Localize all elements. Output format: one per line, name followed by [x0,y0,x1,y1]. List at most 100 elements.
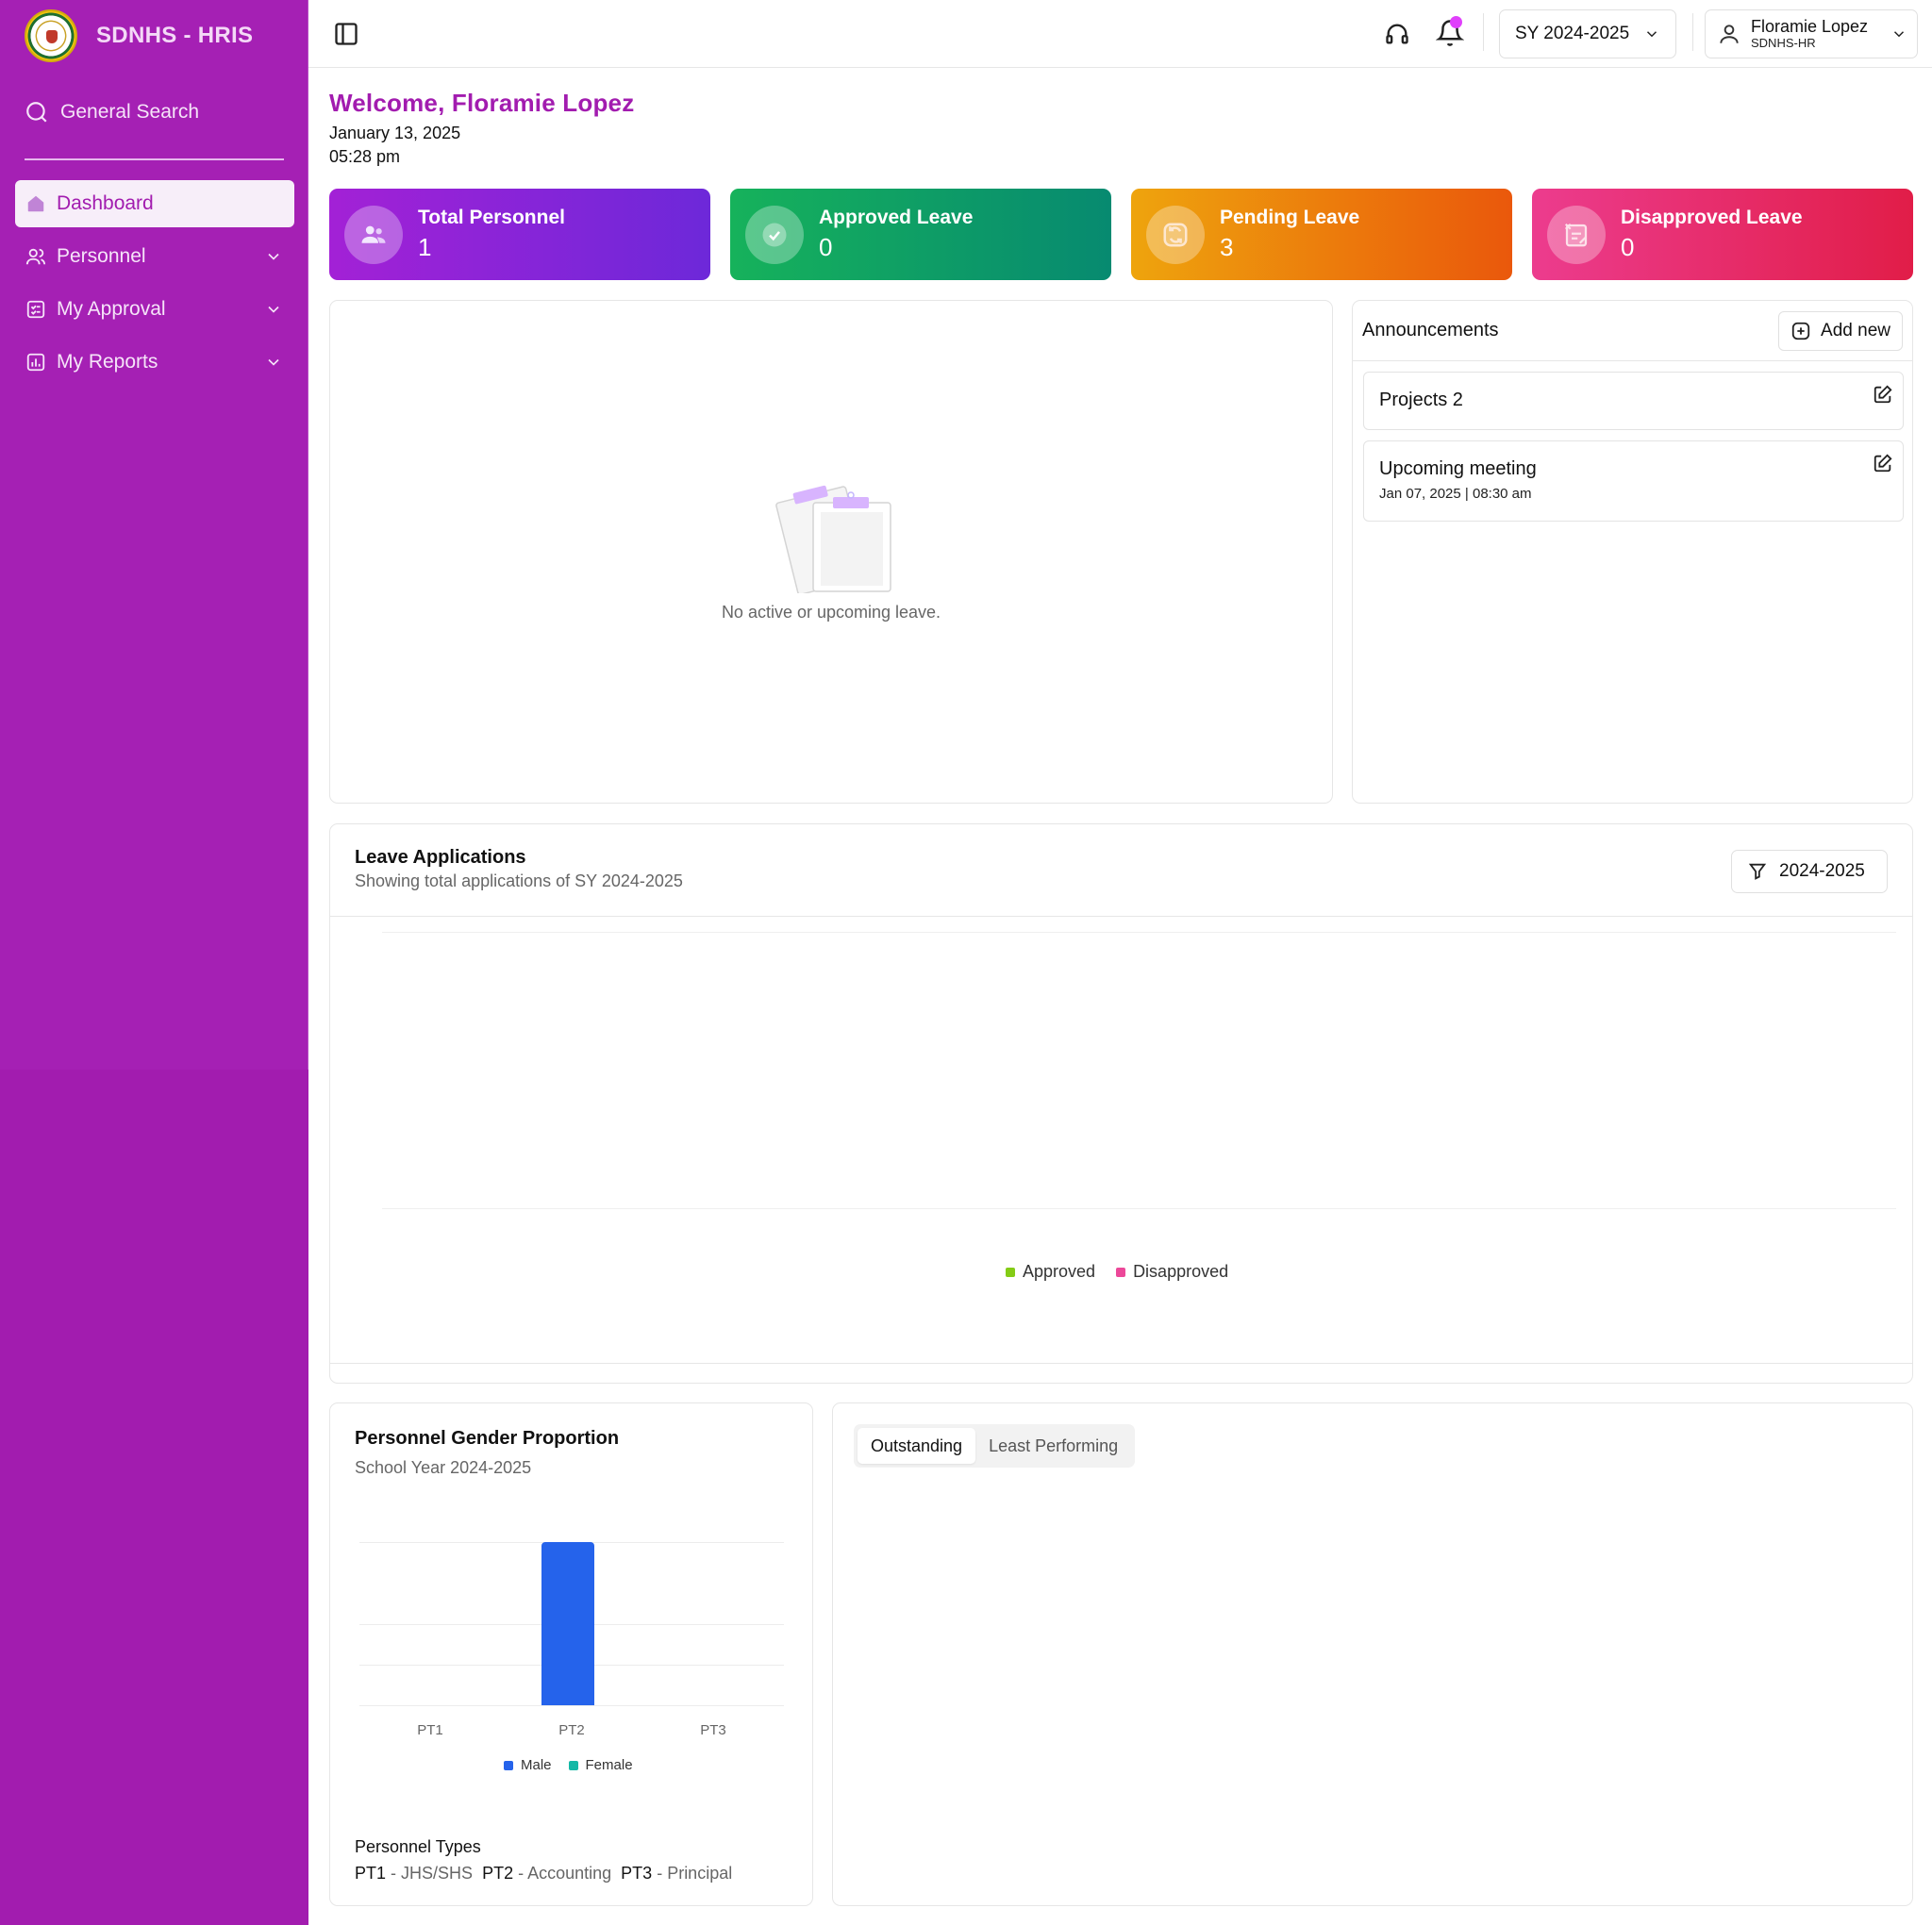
stat-card-text: Pending Leave 3 [1220,207,1359,262]
user-name: Floramie Lopez [1751,17,1869,36]
leave-applications-panel: Leave Applications Showing total applica… [329,823,1913,1384]
stat-card-text: Disapproved Leave 0 [1621,207,1803,262]
empty-clipboard-illustration [775,485,891,593]
notification-badge [1450,16,1462,28]
gender-chart-subtitle: School Year 2024-2025 [355,1458,532,1477]
add-announcement-button[interactable]: Add new [1778,310,1903,351]
announcement-title: Projects 2 [1379,390,1463,410]
sidebar-item-label: My Reports [57,351,158,373]
legend-item-female[interactable]: Female [568,1757,633,1773]
year-filter-button[interactable]: 2024-2025 [1731,850,1888,893]
announcement-datetime: Jan 07, 2025 | 08:30 am [1379,486,1532,502]
welcome-heading: Welcome, Floramie Lopez [329,89,635,117]
school-year-select[interactable]: SY 2024-2025 [1499,9,1676,58]
stat-card-pending-leave[interactable]: Pending Leave 3 [1131,189,1512,280]
sidebar-item-dashboard[interactable]: Dashboard [15,180,294,227]
general-search-label: General Search [60,101,200,123]
stat-title: Total Personnel [418,207,565,228]
sidebar-item-personnel[interactable]: Personnel [15,233,294,280]
sidebar-divider [25,158,284,160]
school-year-value: SY 2024-2025 [1515,24,1630,43]
welcome-section: Welcome, Floramie Lopez January 13, 2025… [329,89,634,167]
toolbar-divider [1692,13,1693,51]
approval-icon [25,298,47,321]
announcements-header: Announcements Add new [1353,301,1912,361]
type-desc: JHS/SHS [401,1864,474,1883]
top-bar: SY 2024-2025 Floramie Lopez SDNHS-HR [308,0,1932,68]
home-icon [25,192,47,215]
legend-swatch [1116,1267,1126,1277]
sidebar-item-label: Personnel [57,245,146,267]
sidebar-item-label: Dashboard [57,192,154,214]
legend-item-disapproved[interactable]: Disapproved [1116,1262,1228,1282]
leave-applications-header: Leave Applications Showing total applica… [330,824,1912,917]
chart-legend: Approved Disapproved [1006,1262,1249,1282]
legend-swatch [1006,1267,1015,1277]
search-icon [26,102,47,123]
sidebar-nav: Dashboard Personnel My Approval My Repor… [15,180,294,391]
tab-outstanding[interactable]: Outstanding [858,1428,976,1464]
sidebar-item-label: My Approval [57,298,166,320]
edit-icon[interactable] [1873,453,1893,473]
stat-title: Disapproved Leave [1621,207,1803,228]
school-logo [25,9,77,62]
chart-gridline [382,932,1896,933]
document-x-icon [1547,205,1606,264]
user-menu[interactable]: Floramie Lopez SDNHS-HR [1705,9,1918,58]
gender-proportion-panel: Personnel Gender Proportion School Year … [329,1402,813,1906]
type-code: PT2 [482,1864,514,1883]
panel-divider [330,1363,1912,1364]
legend-swatch [568,1760,578,1770]
legend-swatch [504,1760,513,1770]
stat-card-disapproved-leave[interactable]: Disapproved Leave 0 [1532,189,1913,280]
leave-applications-subtitle: Showing total applications of SY 2024-20… [355,871,683,890]
chart-axis-line [382,1208,1896,1209]
type-desc: Principal [667,1864,733,1883]
stat-value: 0 [819,233,833,261]
stat-title: Approved Leave [819,207,974,228]
personnel-types-list: PT1 - JHS/SHS PT2 - Accounting PT3 - Pri… [355,1864,733,1883]
x-tick-label: PT3 [700,1722,726,1738]
sidebar-panel [0,0,308,1070]
stat-title: Pending Leave [1220,207,1360,228]
sidebar-item-my-approval[interactable]: My Approval [15,286,294,333]
brand[interactable]: SDNHS - HRIS [25,9,253,62]
chevron-down-icon [268,253,279,260]
x-tick-label: PT2 [558,1722,585,1738]
empty-leave-message: No active or upcoming leave. [721,603,941,622]
headset-icon[interactable] [1384,21,1410,47]
chart-gridline [359,1705,784,1706]
personnel-types-title: Personnel Types [355,1837,481,1856]
legend-item-male[interactable]: Male [504,1757,552,1773]
tab-least-performing[interactable]: Least Performing [975,1428,1131,1464]
legend-label: Disapproved [1133,1262,1229,1281]
announcement-item[interactable]: Projects 2 [1363,372,1904,430]
type-code: PT3 [621,1864,653,1883]
general-search-button[interactable]: General Search [25,100,199,124]
chevron-down-icon [268,358,279,366]
stat-card-approved-leave[interactable]: Approved Leave 0 [730,189,1111,280]
app-name: SDNHS - HRIS [96,23,254,48]
toolbar-divider [1483,13,1484,51]
legend-label: Approved [1023,1262,1096,1281]
stat-value: 0 [1621,233,1635,261]
legend-item-approved[interactable]: Approved [1006,1262,1095,1282]
sidebar: SDNHS - HRIS General Search Dashboard Pe… [0,0,308,1925]
current-date: January 13, 2025 [329,124,461,142]
users-icon [25,245,47,268]
users-icon [344,205,403,264]
add-announcement-label: Add new [1821,320,1890,340]
gender-legend: Male Female [504,1757,654,1773]
bar-male-pt2[interactable] [541,1542,594,1705]
performance-tabs: Outstanding Least Performing [854,1424,1136,1468]
stat-card-total-personnel[interactable]: Total Personnel 1 [329,189,710,280]
stat-card-text: Total Personnel 1 [418,207,565,262]
sidebar-item-my-reports[interactable]: My Reports [15,339,294,386]
edit-icon[interactable] [1873,384,1893,405]
announcements-title: Announcements [1362,320,1499,340]
announcement-item[interactable]: Upcoming meeting Jan 07, 2025 | 08:30 am [1363,440,1904,522]
type-code: PT1 [355,1864,387,1883]
announcement-title: Upcoming meeting [1379,458,1537,479]
sidebar-toggle-icon[interactable] [333,21,359,47]
leave-applications-title: Leave Applications [355,847,526,868]
